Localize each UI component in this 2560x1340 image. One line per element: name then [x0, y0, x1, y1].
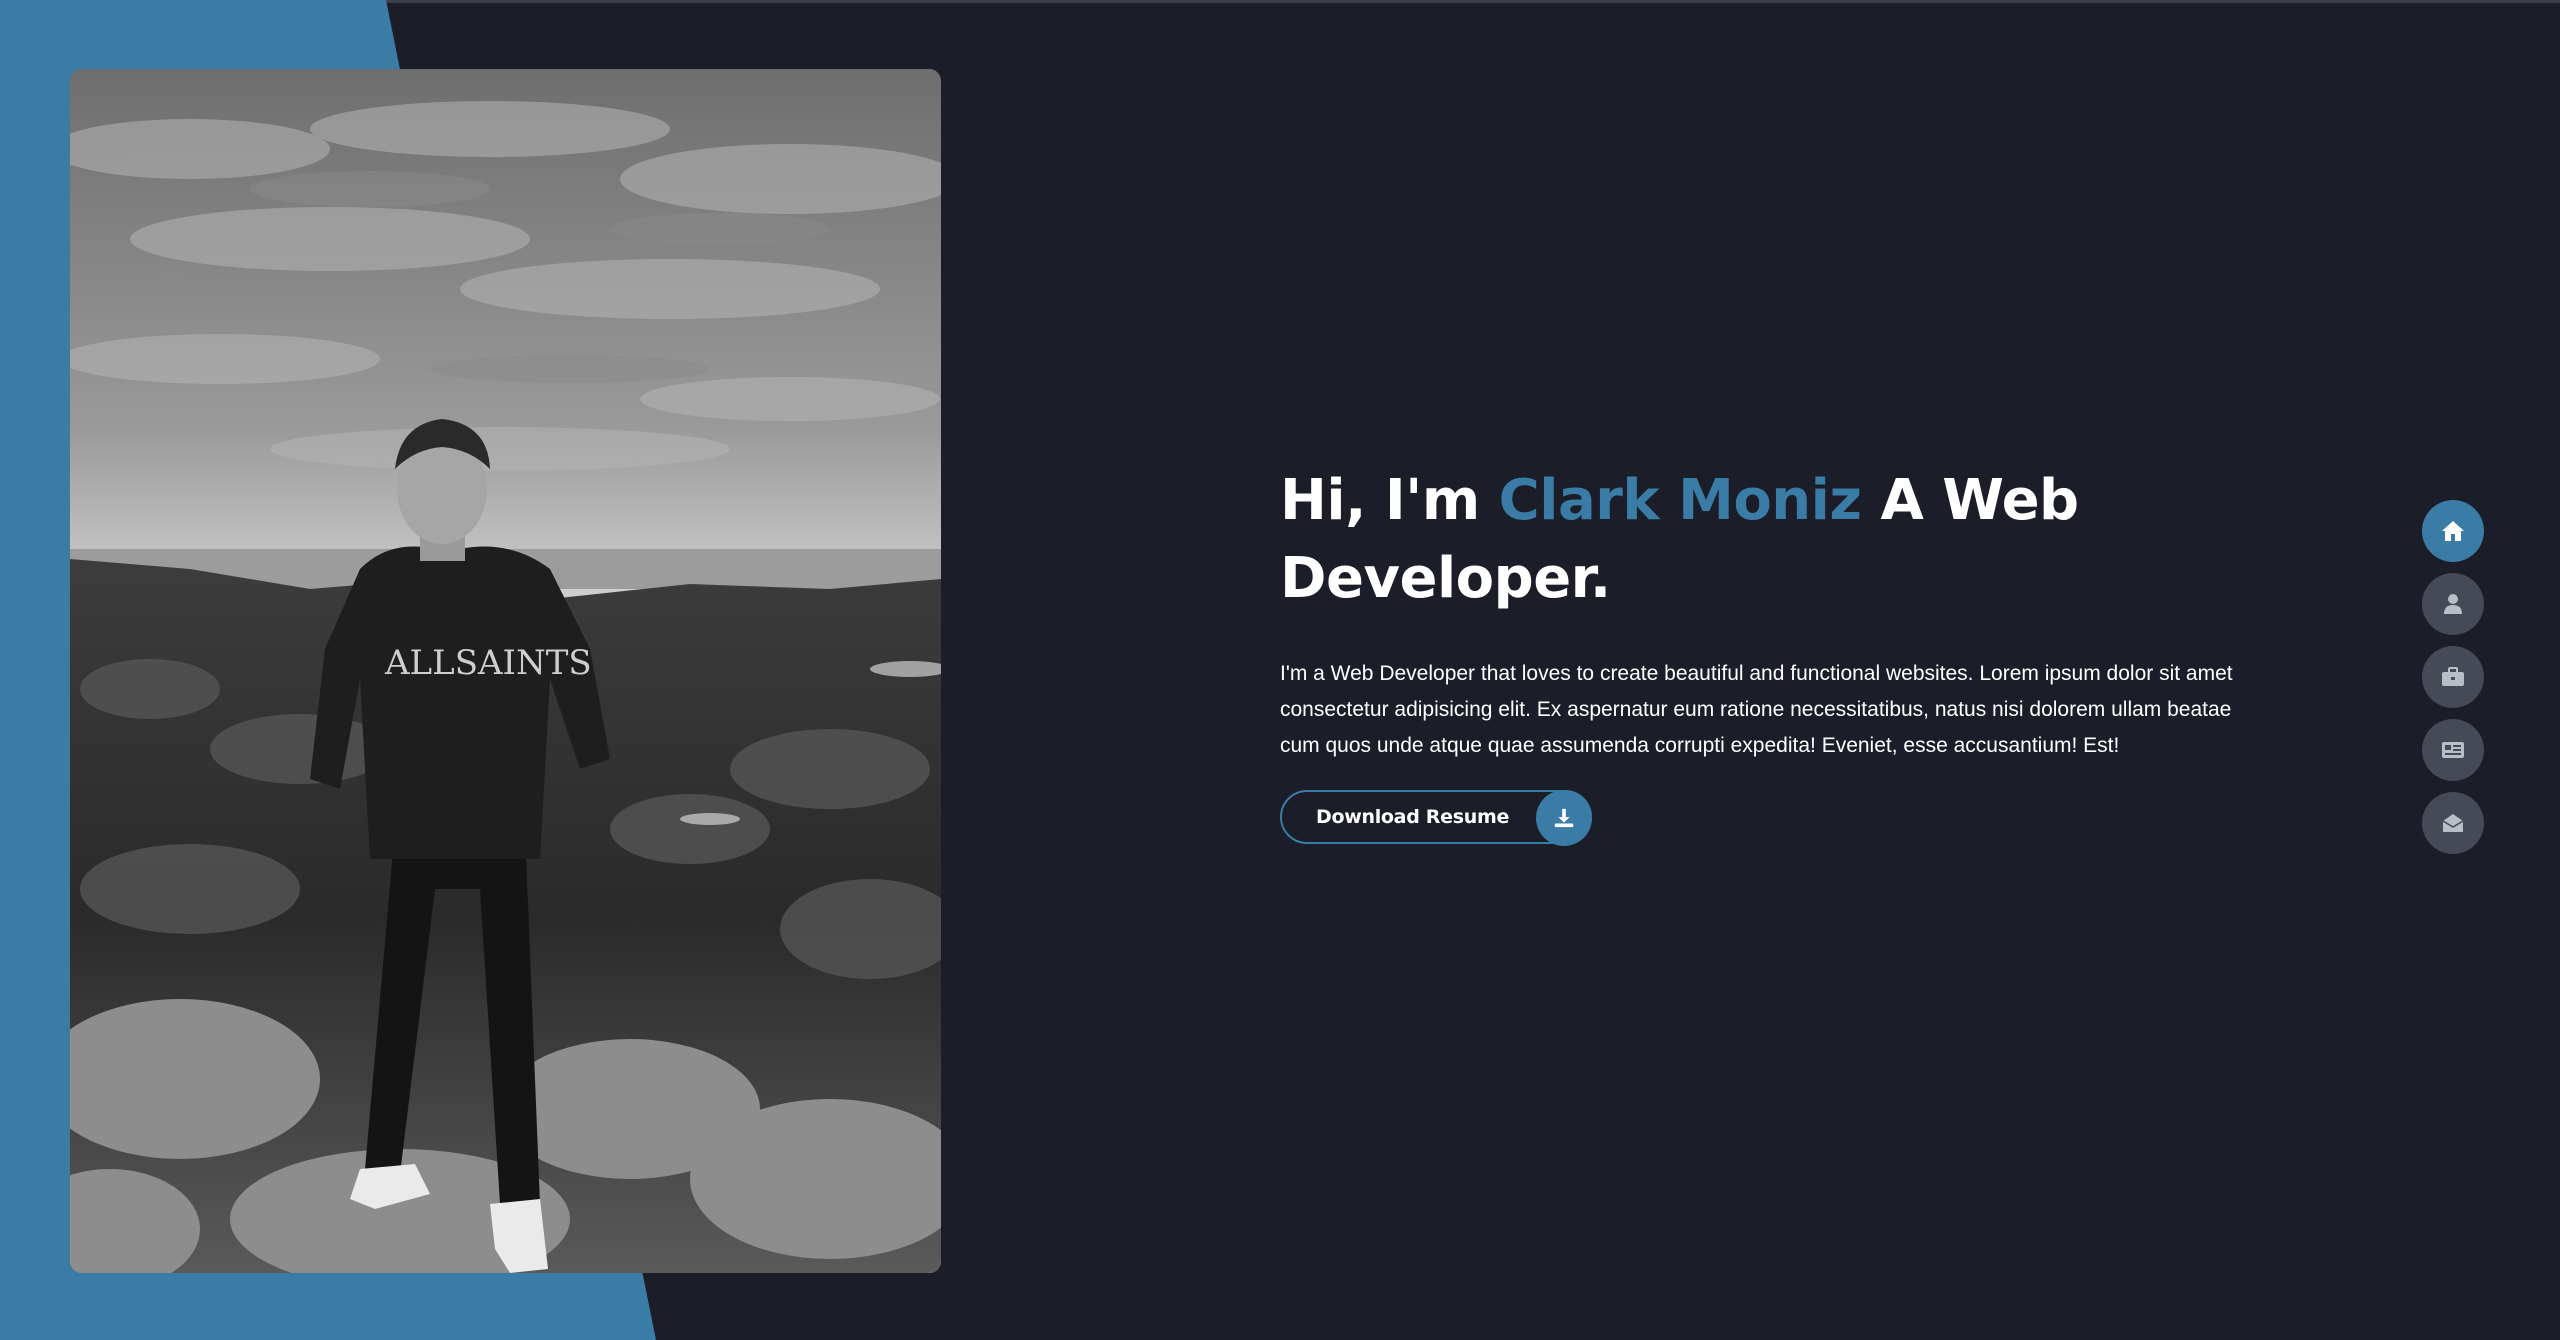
hero-description: I'm a Web Developer that loves to create… — [1280, 662, 2233, 757]
hero-section: Hi, I'm Clark Moniz A Web Developer. I'm… — [1280, 462, 2240, 849]
shirt-text: ALLSAINTS — [384, 643, 592, 683]
nav-contact-button[interactable] — [2422, 792, 2484, 854]
briefcase-icon — [2442, 667, 2464, 686]
nav-portfolio-button[interactable] — [2422, 646, 2484, 708]
download-resume-label: Download Resume — [1316, 806, 1510, 828]
hero-title: Hi, I'm Clark Moniz A Web Developer. — [1280, 462, 2240, 618]
download-resume-button[interactable]: Download Resume — [1280, 790, 1592, 846]
nav-home-button[interactable] — [2422, 500, 2484, 562]
home-icon — [2442, 521, 2464, 541]
side-nav — [2422, 500, 2484, 865]
download-icon — [1536, 790, 1592, 846]
envelope-open-icon — [2442, 814, 2464, 832]
user-icon — [2444, 594, 2462, 614]
nav-blog-button[interactable] — [2422, 719, 2484, 781]
page: ALLSAINTS Hi, I'm Clark Moniz A Web Deve… — [0, 0, 2560, 1340]
profile-photo: ALLSAINTS — [70, 69, 941, 1273]
hero-name: Clark Moniz — [1498, 468, 1862, 533]
newspaper-icon — [2442, 742, 2464, 758]
nav-about-button[interactable] — [2422, 573, 2484, 635]
hero-greeting: Hi, I'm — [1280, 468, 1499, 533]
